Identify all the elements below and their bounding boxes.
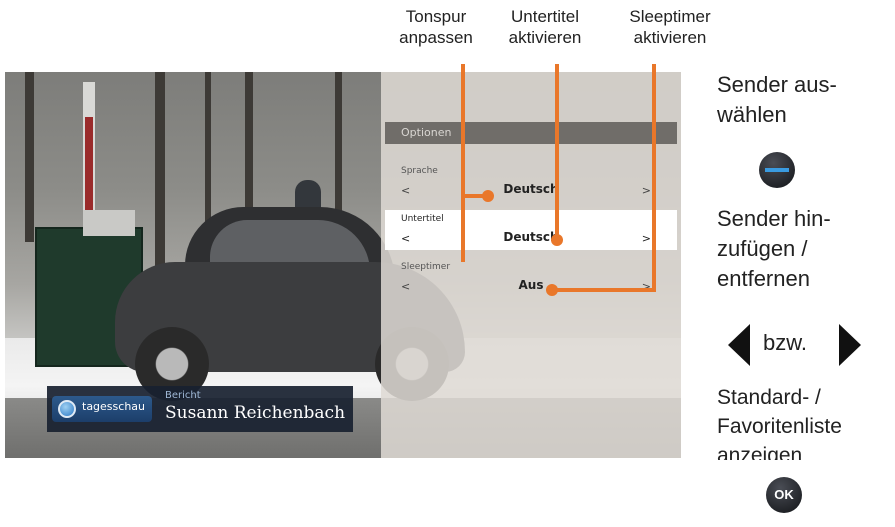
arrow-right-icon[interactable] (839, 324, 861, 366)
ok-button-icon[interactable]: OK (766, 477, 802, 513)
option-untertitel[interactable]: Untertitel < Deutsch > (385, 210, 677, 250)
arrow-right-icon[interactable]: > (642, 232, 651, 245)
legend-standard-favoriten: Standard- / Favoritenliste anzeigen (717, 383, 842, 460)
options-title: Optionen (385, 122, 677, 144)
annotation-sleeptimer: Sleeptimer aktivieren (608, 6, 732, 48)
minus-button-icon[interactable] (759, 152, 795, 188)
lower-third: tagesschau Bericht Susann Reichenbach (47, 386, 353, 432)
legend-standard-line3: anzeigen (717, 444, 803, 460)
option-untertitel-value: Deutsch (503, 230, 559, 244)
lower-third-name: Susann Reichenbach (165, 403, 346, 423)
lower-third-kicker: Bericht (165, 390, 201, 401)
barrier-stripe (85, 117, 93, 217)
annotation-tonspur: Tonspur anpassen (388, 6, 484, 48)
tree-trunk (25, 72, 34, 242)
kiosk-top (83, 210, 135, 236)
tagesschau-globe-icon (58, 400, 76, 418)
option-sprache[interactable]: Sprache < Deutsch > (385, 162, 677, 202)
legend-sender-hinzufuegen: Sender hin- zufügen / entfernen (717, 204, 831, 294)
annotation-tonspur-line1: Tonspur (405, 7, 467, 26)
annotation-untertitel-line2: aktivieren (508, 28, 582, 47)
pointer-dot-untertitel (551, 234, 563, 246)
tagesschau-logo: tagesschau (52, 396, 152, 422)
legend-bzw: bzw. (763, 330, 808, 355)
pointer-line-tonspur (461, 64, 465, 262)
option-sprache-value: Deutsch (503, 182, 559, 196)
option-sleeptimer[interactable]: Sleeptimer < Aus > (385, 258, 677, 298)
legend-standard-line1: Standard- / (717, 386, 821, 409)
tree-trunk (155, 72, 165, 272)
pointer-arm-sleeptimer (552, 288, 656, 292)
legend-standard-line2: Favoritenliste (717, 415, 842, 438)
legend-hinzu-line1: Sender hin- (717, 206, 831, 231)
legend-auswaehlen-line2: wählen (717, 102, 787, 127)
tv-screen: Optionen Sprache < Deutsch > Untertitel … (5, 72, 681, 458)
legend-hinzu-line2: zufügen / (717, 236, 808, 261)
arrow-right-icon[interactable]: > (642, 184, 651, 197)
annotation-sleeptimer-line2: aktivieren (633, 28, 707, 47)
annotation-tonspur-line2: anpassen (399, 28, 473, 47)
tagesschau-logo-text: tagesschau (82, 400, 145, 413)
ok-button-label: OK (774, 487, 794, 502)
option-untertitel-label: Untertitel (401, 214, 444, 224)
minus-bar (765, 168, 789, 172)
pointer-line-untertitel (555, 64, 559, 242)
legend-hinzu-line3: entfernen (717, 266, 810, 291)
arrow-left-icon[interactable] (728, 324, 750, 366)
option-sprache-label: Sprache (401, 166, 438, 176)
pointer-arm-tonspur (463, 194, 485, 198)
annotation-sleeptimer-line1: Sleeptimer (629, 7, 711, 26)
legend-sender-auswaehlen: Sender aus- wählen (717, 70, 837, 130)
annotation-untertitel-line1: Untertitel (510, 7, 580, 26)
pointer-dot-sleeptimer (546, 284, 558, 296)
annotation-untertitel: Untertitel aktivieren (492, 6, 598, 48)
legend-auswaehlen-line1: Sender aus- (717, 72, 837, 97)
option-sleeptimer-label: Sleeptimer (401, 262, 451, 272)
options-panel: Optionen Sprache < Deutsch > Untertitel … (381, 72, 681, 458)
pointer-line-sleeptimer (652, 64, 656, 292)
